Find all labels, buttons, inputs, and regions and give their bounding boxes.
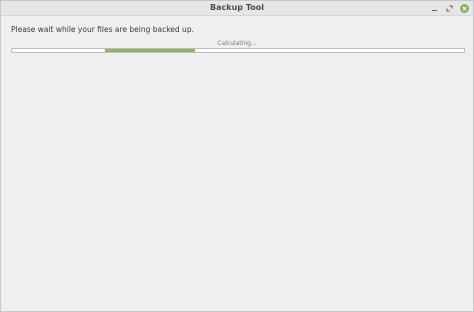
window-controls bbox=[424, 2, 469, 14]
status-message: Please wait while your files are being b… bbox=[11, 25, 194, 34]
title-bar[interactable]: Backup Tool bbox=[1, 1, 473, 16]
backup-tool-window: Backup Tool Please wait while your files… bbox=[0, 0, 474, 312]
progress-bar bbox=[11, 48, 465, 53]
maximize-icon[interactable] bbox=[445, 4, 454, 13]
progress-status-text: Calculating... bbox=[217, 40, 257, 47]
close-icon[interactable] bbox=[460, 3, 469, 13]
minimize-icon[interactable] bbox=[430, 4, 439, 13]
content-area: Please wait while your files are being b… bbox=[1, 16, 473, 311]
window-title: Backup Tool bbox=[210, 3, 264, 12]
progress-bar-fill bbox=[104, 49, 196, 52]
